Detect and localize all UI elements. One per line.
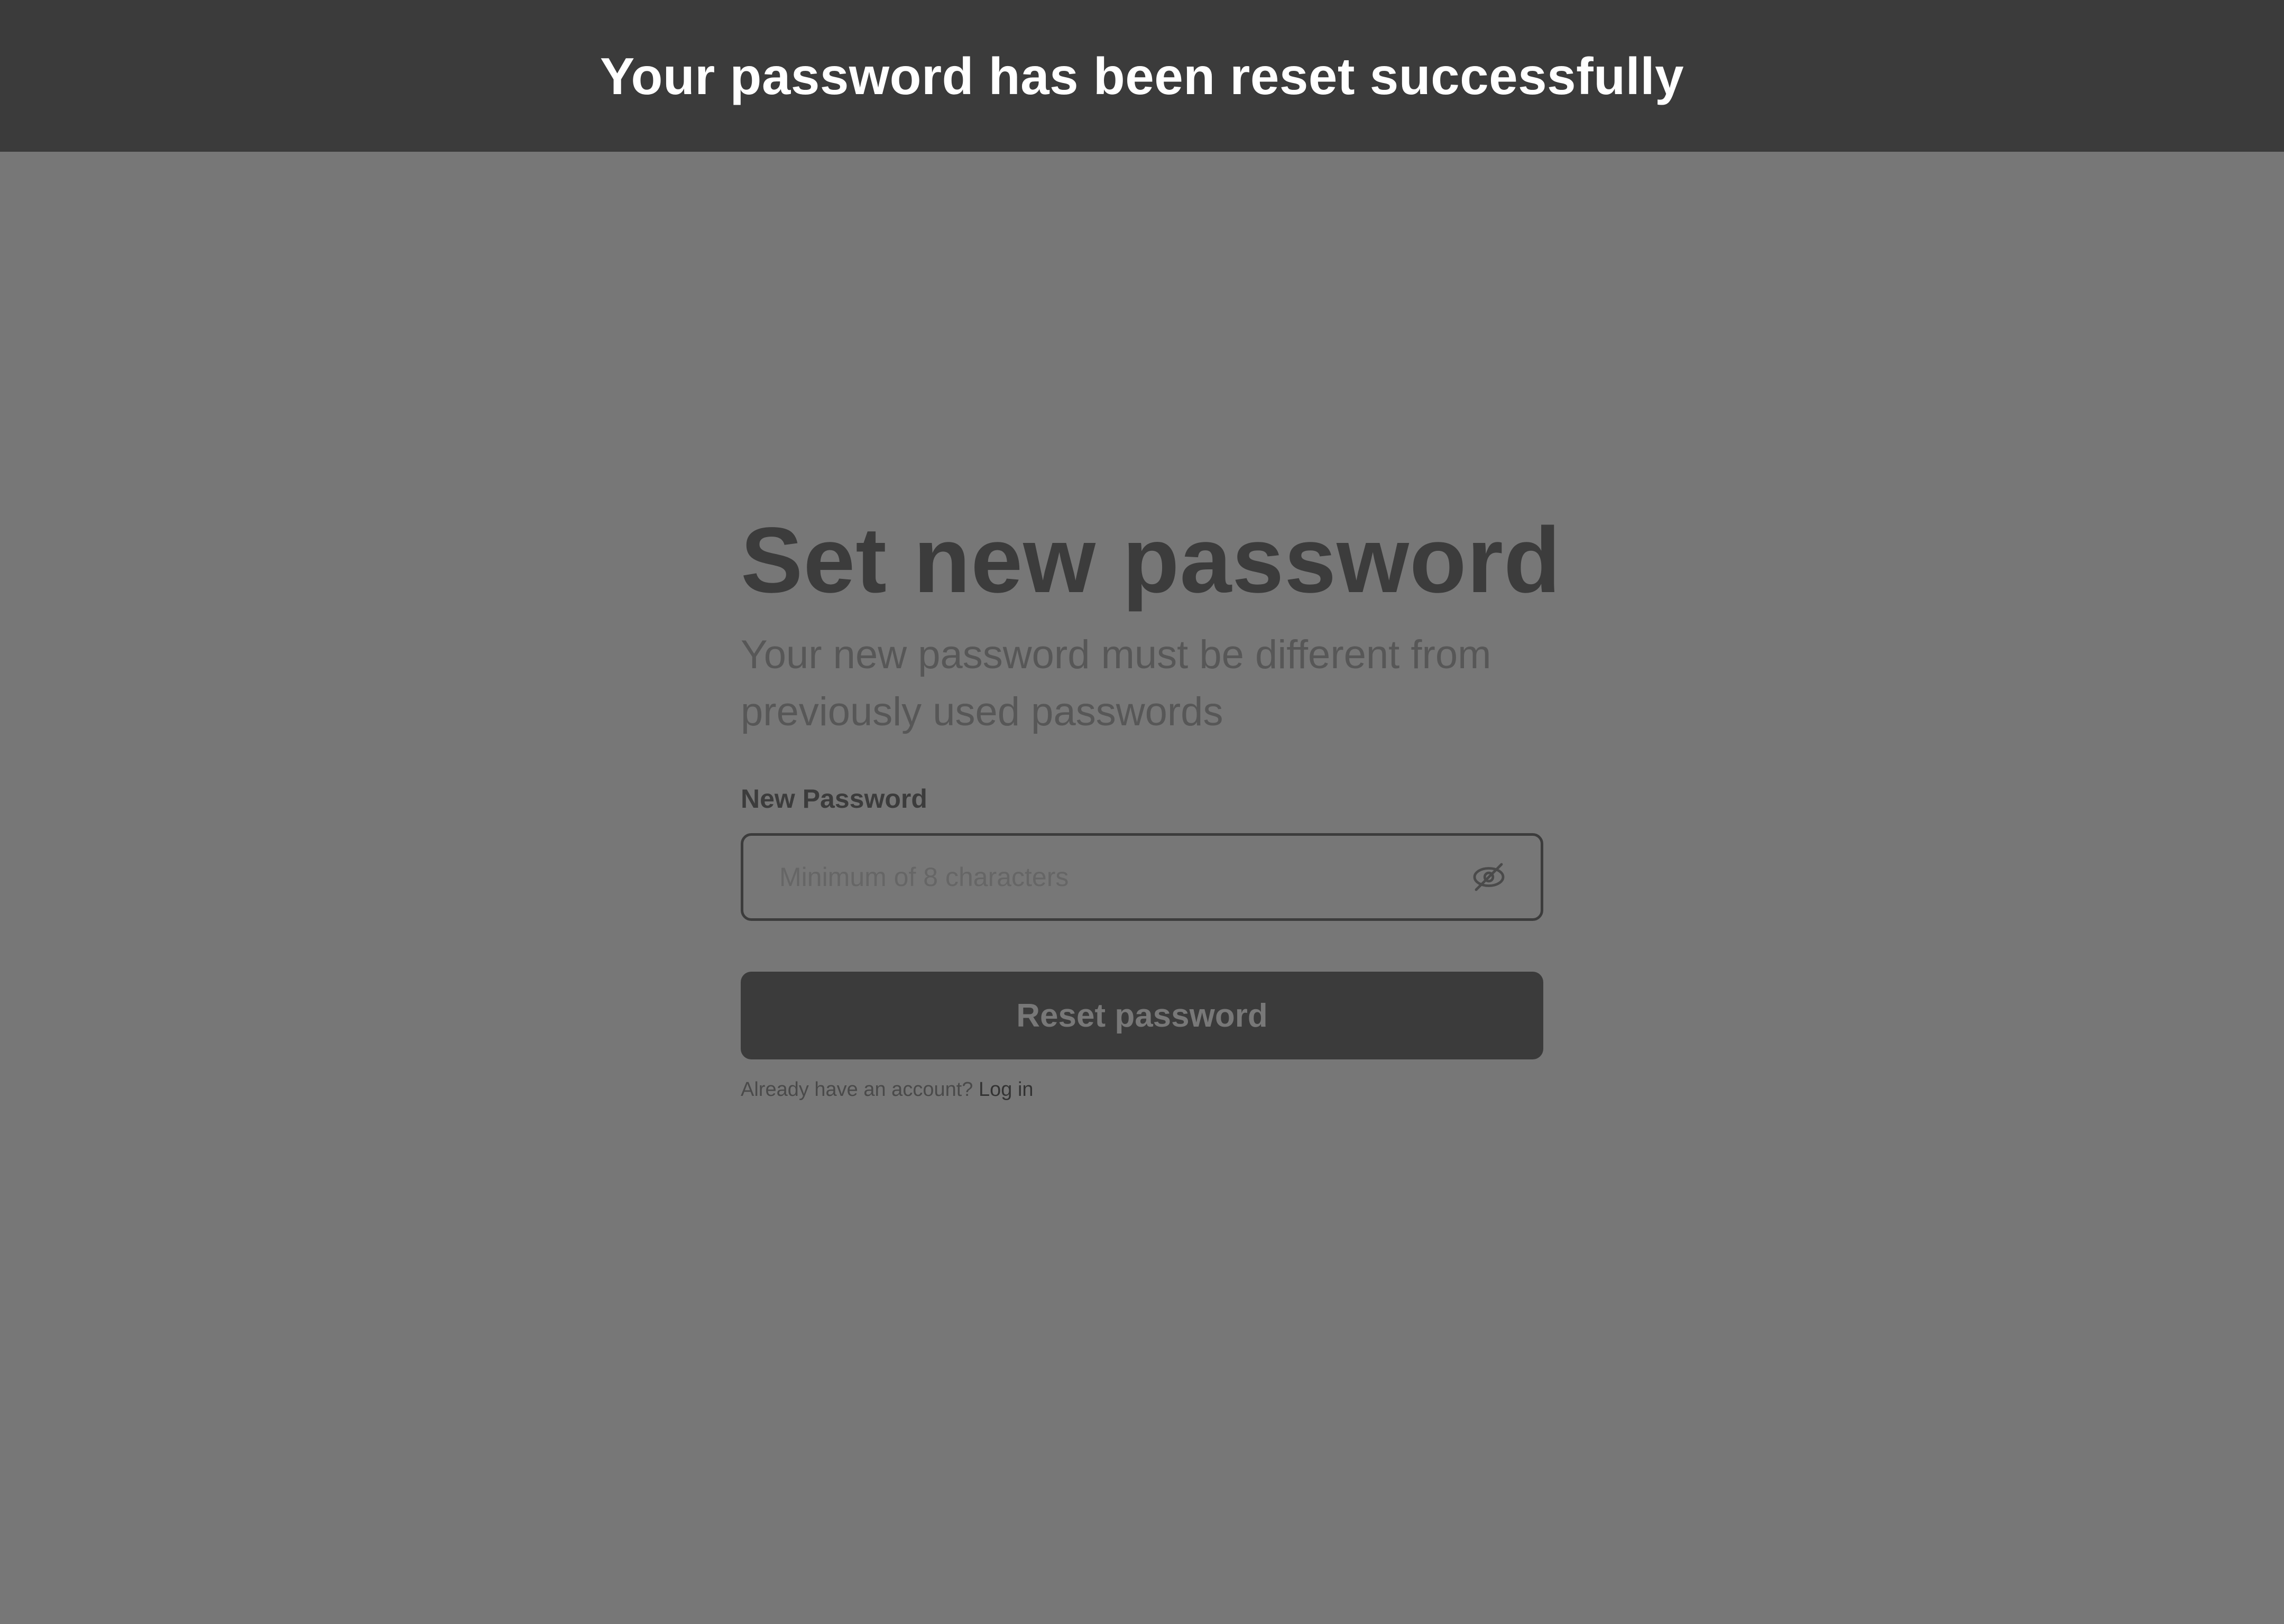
new-password-label: New Password — [741, 784, 927, 814]
reset-password-button[interactable]: Reset password — [741, 972, 1543, 1059]
reset-password-form: Set new password Your new password must … — [741, 508, 1561, 1103]
login-prompt-row: Already have an account? Log in — [741, 1076, 1543, 1103]
eye-off-icon[interactable] — [1468, 856, 1510, 898]
page-title: Set new password — [741, 509, 1561, 612]
login-link[interactable]: Log in — [979, 1078, 1034, 1101]
success-toast-banner: Your password has been reset successfull… — [0, 0, 2284, 152]
new-password-input[interactable] — [779, 856, 1468, 898]
login-prompt-text: Already have an account? — [741, 1078, 973, 1101]
new-password-field[interactable] — [741, 833, 1543, 921]
success-message: Your password has been reset successfull… — [600, 47, 1684, 105]
page-subtitle: Your new password must be different from… — [741, 632, 1491, 734]
